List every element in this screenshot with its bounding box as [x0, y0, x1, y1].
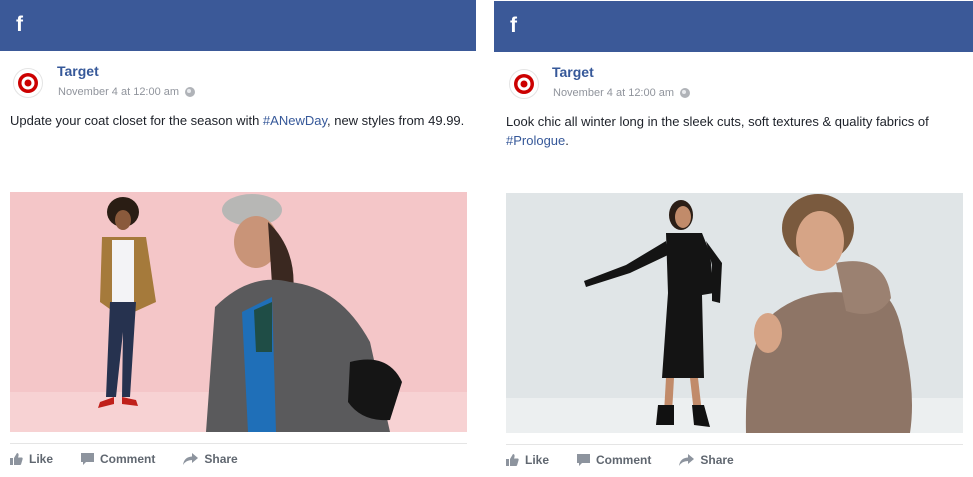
post-photo[interactable] [506, 193, 963, 433]
thumbs-up-icon [10, 453, 23, 465]
post-text: Update your coat closet for the season w… [10, 111, 465, 130]
comment-button[interactable]: Comment [577, 453, 651, 467]
globe-icon [680, 88, 691, 98]
fashion-photo-illustration [10, 192, 467, 432]
share-icon [679, 454, 695, 466]
like-button[interactable]: Like [10, 452, 53, 466]
share-button[interactable]: Share [679, 453, 734, 467]
facebook-post-right: f Target November 4 at 12:00 am Look chi… [494, 0, 973, 477]
post-actions: Like Comment Share [506, 453, 734, 467]
facebook-header-bar: f [494, 1, 973, 52]
like-button[interactable]: Like [506, 453, 549, 467]
like-label: Like [29, 452, 54, 466]
target-bullseye-icon [514, 74, 534, 94]
post-text: Look chic all winter long in the sleek c… [506, 112, 961, 150]
actions-divider [506, 444, 963, 445]
facebook-post-left: f Target November 4 at 12:00 am Update y… [0, 0, 476, 477]
page-name-link[interactable]: Target [552, 64, 594, 80]
post-timestamp[interactable]: November 4 at 12:00 am [58, 86, 179, 98]
comment-button[interactable]: Comment [81, 452, 155, 466]
target-logo-avatar[interactable] [509, 69, 539, 99]
post-text-prefix: Look chic all winter long in the sleek c… [506, 114, 929, 129]
thumbs-up-icon [506, 454, 519, 466]
comment-label: Comment [596, 453, 652, 467]
comment-icon [577, 454, 591, 466]
hashtag-link[interactable]: #ANewDay [263, 113, 327, 128]
post-text-suffix: . [565, 133, 569, 148]
post-actions: Like Comment Share [10, 452, 238, 466]
share-label: Share [700, 453, 734, 467]
actions-divider [10, 443, 467, 444]
page-name-link[interactable]: Target [57, 63, 99, 79]
target-bullseye-icon [18, 73, 38, 93]
comment-label: Comment [100, 452, 156, 466]
share-label: Share [204, 452, 238, 466]
target-logo-avatar[interactable] [13, 68, 43, 98]
facebook-header-bar: f [0, 0, 476, 51]
comment-icon [81, 453, 95, 465]
post-meta: November 4 at 12:00 am [553, 87, 691, 99]
share-icon [183, 453, 199, 465]
post-text-suffix: , new styles from 49.99. [326, 113, 465, 128]
facebook-logo[interactable]: f [16, 12, 23, 38]
post-timestamp[interactable]: November 4 at 12:00 am [553, 87, 674, 99]
post-text-prefix: Update your coat closet for the season w… [10, 113, 263, 128]
hashtag-link[interactable]: #Prologue [506, 133, 565, 148]
share-button[interactable]: Share [183, 452, 238, 466]
fashion-photo-illustration [506, 193, 963, 433]
globe-icon [185, 87, 196, 97]
like-label: Like [525, 453, 550, 467]
post-photo[interactable] [10, 192, 467, 432]
facebook-logo[interactable]: f [510, 13, 517, 39]
post-meta: November 4 at 12:00 am [58, 86, 196, 98]
